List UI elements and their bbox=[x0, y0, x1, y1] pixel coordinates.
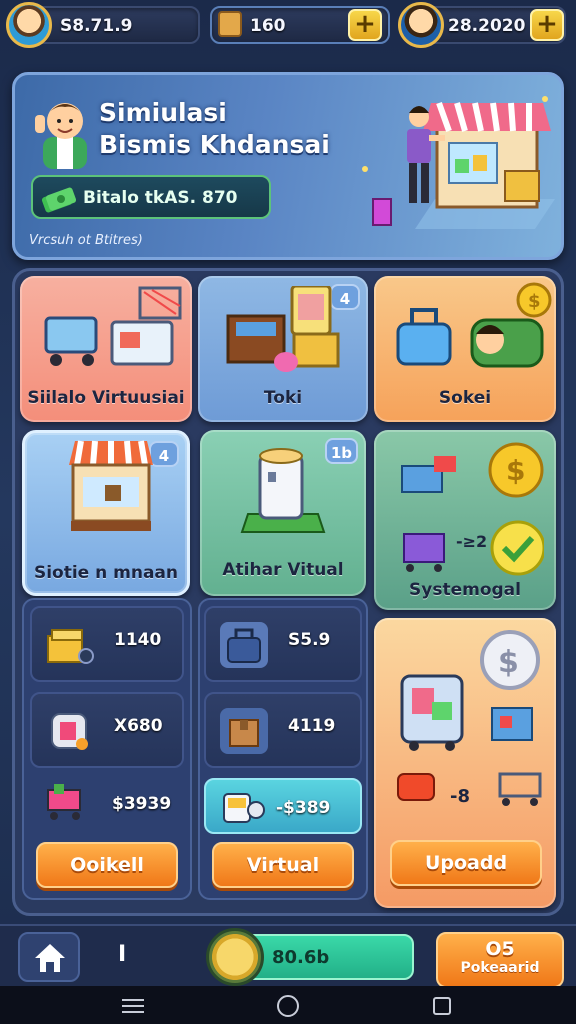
system-navigation-bar bbox=[0, 986, 576, 1024]
ookell-button[interactable]: Ooikell bbox=[36, 842, 178, 888]
friend-avatar[interactable] bbox=[398, 2, 444, 48]
card-archive[interactable]: 1b Atihar Vitual bbox=[200, 430, 366, 596]
card-archive-badge: 1b bbox=[324, 438, 358, 464]
coin-stack-icon bbox=[206, 928, 264, 986]
card-market-label: Siilalo Virtuusiai bbox=[27, 388, 185, 408]
svg-text:$: $ bbox=[528, 291, 541, 312]
card-sokel-label: Sokei bbox=[438, 388, 492, 408]
mini-item-bag[interactable]: S5.9 bbox=[204, 606, 362, 682]
mini-item-cash-machine-value: -$389 bbox=[276, 798, 331, 818]
cart-icon bbox=[47, 784, 81, 820]
mini-item-box[interactable]: 4119 bbox=[204, 692, 362, 768]
mini-item-gold-value: 1140 bbox=[114, 630, 162, 650]
home-button[interactable] bbox=[18, 932, 80, 982]
upgrade-illustration: $ bbox=[397, 630, 542, 806]
bottom-nav-bar: I 80.6b O5 Pokeaarid bbox=[0, 924, 576, 988]
banner-balance-field[interactable]: Bitalo tkAS. 870 bbox=[31, 175, 271, 219]
rewards-label: Pokeaarid bbox=[460, 960, 540, 976]
coin-balance-value: 80.6b bbox=[272, 947, 330, 968]
currency-right-value: 28.2020 bbox=[448, 16, 526, 36]
card-system-label: Systemogal bbox=[409, 580, 521, 600]
card-toko[interactable]: 4 Toki bbox=[198, 276, 368, 422]
bottom-counter: I bbox=[118, 942, 127, 967]
svg-text:$: $ bbox=[498, 645, 519, 680]
add-center-currency-button[interactable]: + bbox=[348, 9, 382, 41]
cash-machine-icon bbox=[223, 793, 265, 823]
mini-item-cart[interactable]: $3939 bbox=[30, 778, 184, 826]
mini-item-bag-value: S5.9 bbox=[288, 630, 331, 650]
mini-item-safe-value: X680 bbox=[114, 716, 163, 736]
header-banner: Simiulasi Bismis Khdansai Bitalo tkAS. 8… bbox=[12, 72, 564, 260]
card-stall[interactable]: 4 Siotie n mnaan bbox=[22, 430, 190, 596]
back-icon[interactable] bbox=[430, 994, 454, 1018]
system-arrow-text: -≥2 bbox=[456, 532, 488, 551]
cash-stack-icon bbox=[41, 187, 77, 213]
card-stall-label: Siotie n mnaan bbox=[33, 563, 179, 583]
top-resource-bar: S8.71.9 160 + 28.2020 + bbox=[0, 0, 576, 56]
shop-bag-icon bbox=[218, 11, 242, 37]
rewards-button[interactable]: O5 Pokeaarid bbox=[436, 932, 564, 988]
home-circle-icon[interactable] bbox=[276, 994, 300, 1018]
mini-item-cart-value: $3939 bbox=[112, 794, 172, 814]
svg-text:$: $ bbox=[506, 454, 525, 487]
virtual-button[interactable]: Virtual bbox=[212, 842, 354, 888]
add-right-currency-button[interactable]: + bbox=[530, 9, 564, 41]
card-system[interactable]: $ -≥2 Systemogal bbox=[374, 430, 556, 610]
home-icon bbox=[35, 944, 65, 972]
mini-item-cash-machine[interactable]: -$389 bbox=[204, 778, 362, 834]
card-toko-label: Toki bbox=[263, 388, 303, 408]
mini-item-box-value: 4119 bbox=[288, 716, 336, 736]
gold-bars-icon bbox=[47, 629, 94, 664]
system-flow-icon: $ bbox=[401, 442, 544, 576]
banner-subtitle: Vrcsuh ot Btitres) bbox=[29, 233, 143, 248]
market-stall-icon bbox=[69, 440, 153, 531]
mini-item-gold[interactable]: 1140 bbox=[30, 606, 184, 682]
currency-left-value: S8.71.9 bbox=[60, 16, 133, 36]
bag-icon bbox=[220, 622, 268, 668]
store-boxes-icon bbox=[226, 286, 340, 372]
game-title-line2: Bismis Khdansai bbox=[99, 130, 330, 159]
shop-stall-illustration bbox=[362, 96, 555, 229]
card-archive-label: Atihar Vitual bbox=[222, 560, 344, 580]
card-upgrade[interactable]: $ -8 Upoadd bbox=[374, 618, 556, 908]
luggage-icon: $ bbox=[396, 282, 552, 368]
upgrade-button[interactable]: Upoadd bbox=[390, 840, 542, 886]
safe-icon bbox=[51, 713, 88, 750]
box-icon bbox=[220, 708, 268, 754]
banner-balance-value: Bitalo tkAS. 870 bbox=[83, 188, 238, 208]
card-market[interactable]: Siilalo Virtuusiai bbox=[20, 276, 192, 422]
menu-icon[interactable] bbox=[120, 996, 146, 1016]
kiosk-machine-icon bbox=[240, 448, 326, 533]
player-avatar[interactable] bbox=[6, 2, 52, 48]
rewards-count: O5 bbox=[485, 938, 515, 960]
shopping-carts-icon bbox=[44, 286, 182, 366]
upgrade-arrow-text: -8 bbox=[450, 786, 470, 807]
game-title: Simiulasi Bismis Khdansai bbox=[99, 97, 330, 161]
card-sokel[interactable]: $ Sokei bbox=[374, 276, 556, 422]
game-title-line1: Simiulasi bbox=[99, 98, 227, 127]
mini-item-safe[interactable]: X680 bbox=[30, 692, 184, 768]
currency-center-value: 160 bbox=[250, 16, 286, 36]
shopkeeper-character-icon bbox=[35, 103, 87, 169]
